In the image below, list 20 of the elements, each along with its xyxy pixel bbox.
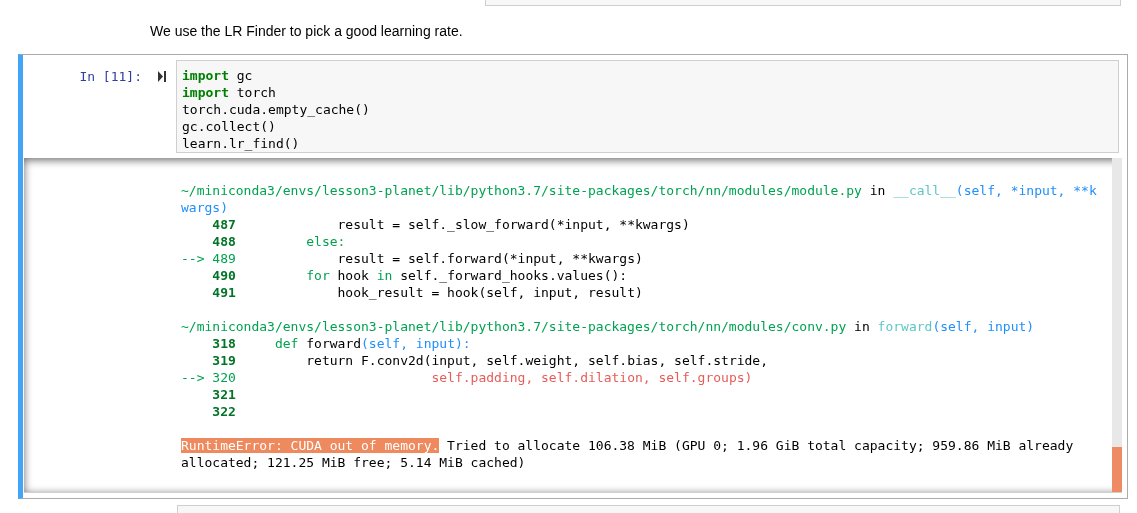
traceback-line: 490 for hook in self._forward_hooks.values(): (211, 267, 628, 284)
traceback-line: 319 return F.conv2d(input, self.weight, self.bias, self.stride, (211, 352, 768, 369)
run-to-end-icon[interactable] (158, 71, 166, 82)
traceback-line: 321 (211, 386, 236, 403)
traceback-line: 488 else: (211, 233, 346, 250)
traceback-line: 491 hook_result = hook(self, input, result) (211, 284, 643, 301)
markdown-text: We use the LR Finder to pick a good learning rate. (150, 22, 463, 40)
traceback-line: --> 320 self.padding, self.dilation, self.groups) (181, 369, 753, 386)
code-input[interactable]: import gc import torch torch.cuda.empty_cache() gc.collect() learn.lr_find() (176, 60, 1119, 153)
traceback-line: --> 489 result = self.forward(*input, **kwargs) (181, 250, 643, 267)
input-prompt: In [11]: (79, 68, 142, 85)
scrollbar[interactable] (1112, 158, 1122, 492)
traceback-line: 487 result = self._slow_forward(*input, **kwargs) (211, 216, 690, 233)
scrollbar-thumb[interactable] (1112, 447, 1122, 492)
traceback-file-header: ~/miniconda3/envs/lesson3-planet/lib/python3.7/site-packages/torch/nn/modules/conv.py in forward(self, input) (181, 318, 1036, 335)
code-cell[interactable] (18, 54, 1128, 499)
traceback-line: 318 def forward(self, input): (211, 335, 471, 352)
error-message: RuntimeError: CUDA out of memory. Tried to allocate 106.38 MiB (GPU 0; 1.96 GiB total capacity; 959.86 MiB already allocated; 121.25 MiB free; 5.14 MiB cached) (181, 437, 1075, 471)
traceback-line: 322 (211, 403, 236, 420)
traceback-file-header: ~/miniconda3/envs/lesson3-planet/lib/python3.7/site-packages/torch/nn/modules/module.py in __call__(self, *input, **kwargs) (181, 182, 1098, 216)
